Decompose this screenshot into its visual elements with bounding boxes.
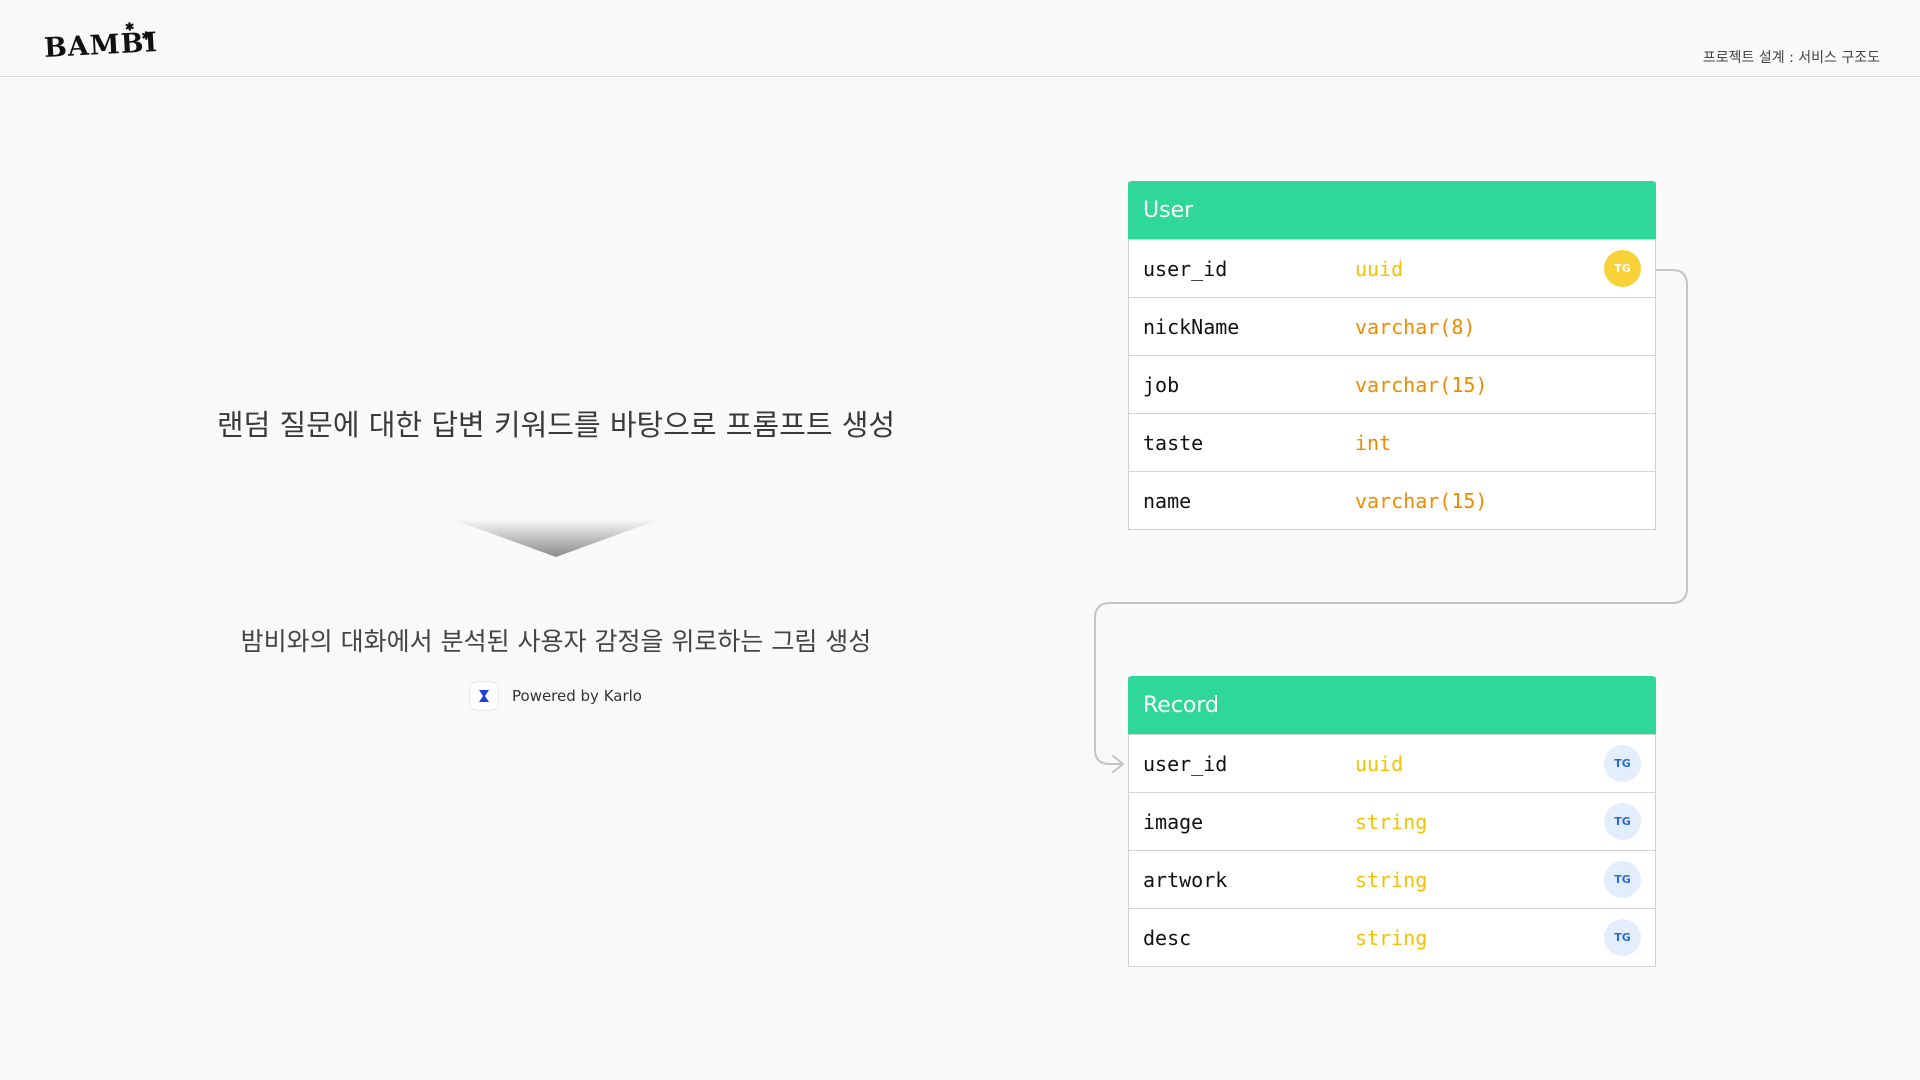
table-row: image string TG <box>1129 792 1655 850</box>
column-type: uuid <box>1355 256 1404 281</box>
tag-badge: TG <box>1604 745 1641 782</box>
column-type: varchar(15) <box>1355 372 1488 397</box>
column-name: desc <box>1143 925 1192 950</box>
column-type: string <box>1355 809 1428 834</box>
column-type: int <box>1355 430 1392 455</box>
table-row: taste int <box>1129 413 1655 471</box>
table-row: artwork string TG <box>1129 850 1655 908</box>
column-name: job <box>1143 372 1180 397</box>
user-table: User user_id uuid TG nickName varchar(8) job v… <box>1128 181 1656 530</box>
column-type: string <box>1355 925 1428 950</box>
tag-badge: TG <box>1604 250 1641 287</box>
table-title: User <box>1128 181 1656 239</box>
column-type: varchar(15) <box>1355 488 1488 513</box>
tag-badge: TG <box>1604 919 1641 956</box>
tag-badge: TG <box>1604 803 1641 840</box>
column-name: image <box>1143 809 1204 834</box>
column-name: name <box>1143 488 1192 513</box>
column-name: artwork <box>1143 867 1228 892</box>
table-row: user_id uuid TG <box>1129 734 1655 792</box>
record-table: Record user_id uuid TG image string TG artwork… <box>1128 676 1656 967</box>
table-row: name varchar(15) <box>1129 471 1655 529</box>
table-row: nickName varchar(8) <box>1129 297 1655 355</box>
column-name: user_id <box>1143 751 1228 776</box>
tag-badge: TG <box>1604 861 1641 898</box>
table-row: user_id uuid TG <box>1129 239 1655 297</box>
column-name: user_id <box>1143 256 1228 281</box>
table-row: job varchar(15) <box>1129 355 1655 413</box>
column-type: uuid <box>1355 751 1404 776</box>
table-title: Record <box>1128 676 1656 734</box>
column-name: nickName <box>1143 314 1240 339</box>
column-type: string <box>1355 867 1428 892</box>
table-row: desc string TG <box>1129 908 1655 966</box>
column-type: varchar(8) <box>1355 314 1476 339</box>
column-name: taste <box>1143 430 1204 455</box>
